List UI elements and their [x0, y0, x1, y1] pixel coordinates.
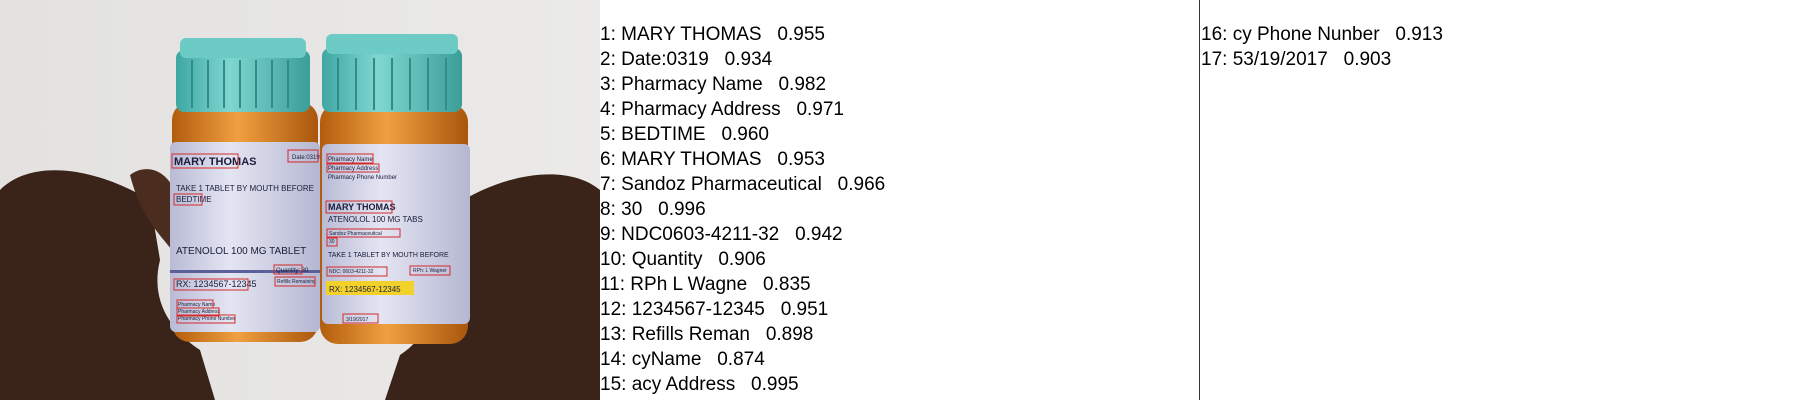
- detection-text: NDC0603-4211-32: [621, 224, 780, 245]
- detection-index: 13:: [600, 324, 627, 345]
- detection-text: 1234567-12345: [631, 299, 765, 320]
- detection-text: Refills Reman: [631, 324, 750, 345]
- detection-row: 14: cyName 0.874: [600, 347, 885, 372]
- detection-score: 0.960: [721, 124, 769, 145]
- detection-row: 12: 1234567-12345 0.951: [600, 297, 885, 322]
- detection-text: acy Address: [631, 374, 736, 395]
- detection-index: 7:: [600, 174, 616, 195]
- detection-score: 0.951: [780, 299, 829, 320]
- detection-row: 1: MARY THOMAS 0.955: [600, 22, 885, 47]
- detection-score: 0.982: [778, 74, 827, 95]
- detection-index: 6:: [600, 149, 616, 170]
- detection-row: 15: acy Address 0.995: [600, 372, 885, 397]
- detection-text: Pharmacy Name: [621, 74, 763, 95]
- left-drug-name: ATENOLOL 100 MG TABLET: [176, 246, 306, 257]
- detection-text: RPh L Wagne: [630, 274, 748, 295]
- detection-index: 15:: [600, 374, 627, 395]
- detection-text: cy Phone Nunber: [1232, 24, 1380, 45]
- detection-text: Sandoz Pharmaceutical: [621, 174, 822, 195]
- left-rx-number: RX: 1234567-12345: [176, 279, 257, 289]
- prescription-bottles-photo: MARY THOMAS Date:0319 TAKE 1 TABLET BY M…: [0, 0, 600, 400]
- detection-index: 4:: [600, 99, 616, 120]
- detection-row: 10: Quantity 0.906: [600, 247, 885, 272]
- detection-score: 0.942: [795, 224, 843, 245]
- detection-row: 6: MARY THOMAS 0.953: [600, 147, 885, 172]
- left-quantity: Quantity: 30: [276, 268, 309, 274]
- left-pharmacy-address: Pharmacy Address: [178, 309, 220, 315]
- detection-index: 17:: [1201, 49, 1228, 70]
- detection-index: 11:: [600, 274, 626, 295]
- right-pharmacy-phone: Pharmacy Phone Number: [328, 175, 397, 181]
- detection-score: 0.898: [765, 324, 814, 345]
- right-pharmacy-name: Pharmacy Name: [328, 157, 373, 163]
- detection-score: 0.913: [1395, 24, 1443, 45]
- right-fill-date: 3/19/2017: [346, 317, 368, 323]
- detection-index: 9:: [600, 224, 616, 245]
- detection-score: 0.995: [751, 374, 799, 395]
- detection-list-column-1: 1: MARY THOMAS 0.955 2: Date:0319 0.934 3:…: [600, 22, 885, 397]
- right-bottle: [320, 34, 470, 344]
- detection-index: 1:: [600, 24, 616, 45]
- detection-index: 5:: [600, 124, 616, 145]
- detection-text: 53/19/2017: [1232, 49, 1328, 70]
- detection-index: 14:: [600, 349, 627, 370]
- right-manufacturer: Sandoz Pharmaceutical: [329, 231, 382, 237]
- detection-row: 2: Date:0319 0.934: [600, 47, 885, 72]
- left-pharmacy-phone: Pharmacy Phone Number: [178, 316, 236, 322]
- detection-row: 17: 53/19/2017 0.903: [1201, 47, 1443, 72]
- left-patient-name: MARY THOMAS: [174, 156, 257, 168]
- right-pharmacy-address: Pharmacy Address: [328, 166, 378, 172]
- detection-index: 16:: [1201, 24, 1228, 45]
- right-instruction: TAKE 1 TABLET BY MOUTH BEFORE: [328, 252, 449, 259]
- detection-text: Quantity: [631, 249, 703, 270]
- detection-row: 8: 30 0.996: [600, 197, 885, 222]
- detection-row: 7: Sandoz Pharmaceutical 0.966: [600, 172, 885, 197]
- detection-index: 2:: [600, 49, 616, 70]
- right-drug-name: ATENOLOL 100 MG TABS: [328, 215, 423, 224]
- detection-score: 0.934: [724, 49, 773, 70]
- detection-row: 16: cy Phone Nunber 0.913: [1201, 22, 1443, 47]
- detection-text: BEDTIME: [621, 124, 706, 145]
- detection-text: cyName: [631, 349, 702, 370]
- left-date: Date:0319: [292, 155, 320, 161]
- left-refills: Refills Remaining: [277, 279, 316, 285]
- detection-score: 0.955: [777, 24, 825, 45]
- right-qty: 30: [329, 239, 335, 245]
- detection-row: 9: NDC0603-4211-32 0.942: [600, 222, 885, 247]
- detection-row: 13: Refills Reman 0.898: [600, 322, 885, 347]
- detection-index: 3:: [600, 74, 616, 95]
- detection-score: 0.953: [777, 149, 825, 170]
- right-rph: RPh: L Wagner: [413, 268, 447, 274]
- detection-score: 0.835: [763, 274, 811, 295]
- detection-index: 12:: [600, 299, 627, 320]
- right-ndc: NDC: 0603-4211-32: [329, 269, 374, 275]
- right-rx-number: RX: 1234567-12345: [329, 285, 401, 294]
- detection-row: 3: Pharmacy Name 0.982: [600, 72, 885, 97]
- detection-index: 8:: [600, 199, 616, 220]
- detection-list-column-2: 16: cy Phone Nunber 0.913 17: 53/19/2017 …: [1201, 22, 1443, 72]
- detection-score: 0.996: [658, 199, 706, 220]
- detection-text: MARY THOMAS: [621, 149, 762, 170]
- detection-score: 0.903: [1343, 49, 1392, 70]
- left-instruction-1: TAKE 1 TABLET BY MOUTH BEFORE: [176, 184, 314, 193]
- detection-text: Pharmacy Address: [621, 99, 781, 120]
- detection-score: 0.971: [796, 99, 844, 120]
- detection-row: 11: RPh L Wagne 0.835: [600, 272, 885, 297]
- detection-score: 0.906: [718, 249, 766, 270]
- detection-text: MARY THOMAS: [621, 24, 762, 45]
- right-patient-name: MARY THOMAS: [328, 202, 396, 212]
- detection-score: 0.966: [837, 174, 886, 195]
- detection-score: 0.874: [717, 349, 765, 370]
- detection-text: Date:0319: [621, 49, 709, 70]
- left-pharmacy-name: Pharmacy Name: [178, 302, 215, 308]
- column-divider: [1199, 0, 1200, 400]
- left-instruction-2: BEDTIME: [176, 195, 212, 204]
- detection-row: 4: Pharmacy Address 0.971: [600, 97, 885, 122]
- detection-row: 5: BEDTIME 0.960: [600, 122, 885, 147]
- detection-text: 30: [621, 199, 643, 220]
- detection-index: 10:: [600, 249, 627, 270]
